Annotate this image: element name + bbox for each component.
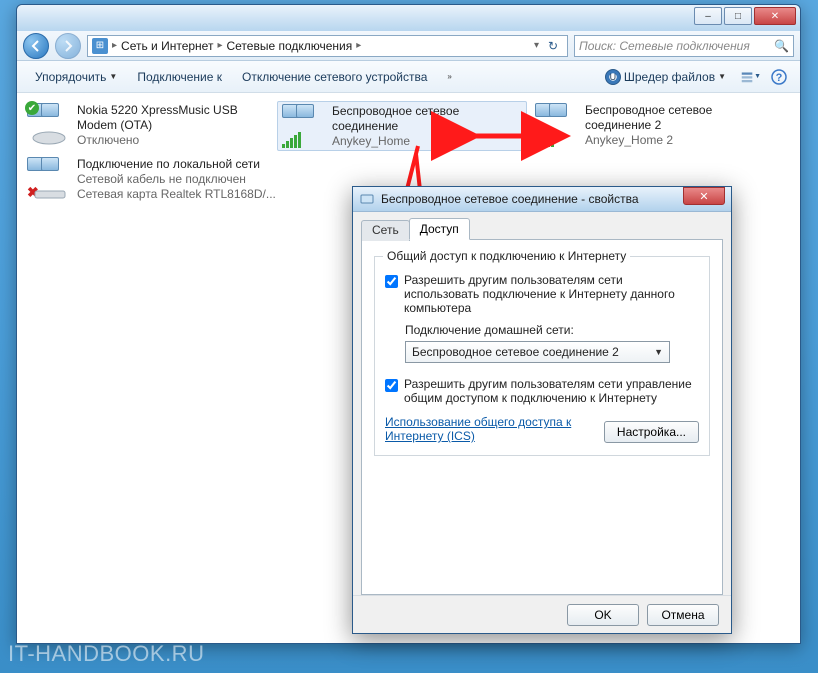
- maximize-button[interactable]: □: [724, 7, 752, 25]
- dropdown-value: Беспроводное сетевое соединение 2: [412, 345, 619, 359]
- watermark: IT-HANDBOOK.RU: [8, 641, 204, 667]
- ics-help-link[interactable]: Использование общего доступа к Интернету…: [385, 415, 585, 443]
- wifi-icon: [535, 103, 579, 147]
- breadcrumb-item[interactable]: Сеть и Интернет: [121, 39, 213, 53]
- disable-adapter-label: Отключение сетевого устройства: [242, 70, 427, 84]
- close-button[interactable]: ✕: [754, 7, 796, 25]
- help-button[interactable]: ?: [768, 66, 790, 88]
- allow-control-checkbox[interactable]: [385, 379, 398, 392]
- breadcrumb-item[interactable]: Сетевые подключения: [226, 39, 352, 53]
- disable-adapter-button[interactable]: Отключение сетевого устройства: [234, 66, 435, 88]
- shredder-icon: U: [605, 69, 621, 85]
- connection-title: Беспроводное сетевое соединение 2: [585, 103, 777, 133]
- search-input[interactable]: Поиск: Сетевые подключения 🔍: [574, 35, 794, 57]
- tab-sharing[interactable]: Доступ: [409, 218, 470, 240]
- connection-item-wifi-2[interactable]: Беспроводное сетевое соединение 2 Anykey…: [531, 101, 781, 151]
- search-icon: 🔍: [774, 39, 789, 53]
- svg-text:?: ?: [776, 72, 783, 84]
- groupbox-legend: Общий доступ к подключению к Интернету: [383, 249, 630, 263]
- connection-device: Сетевая карта Realtek RTL8168D/...: [77, 187, 276, 202]
- connection-title: Подключение по локальной сети: [77, 157, 276, 172]
- dialog-titlebar: Беспроводное сетевое соединение - свойст…: [353, 187, 731, 212]
- connection-status: Сетевой кабель не подключен: [77, 172, 276, 187]
- minimize-button[interactable]: –: [694, 7, 722, 25]
- more-chevron[interactable]: »: [439, 68, 459, 85]
- tabstrip: Сеть Доступ: [361, 218, 723, 239]
- chevron-down-icon: ▼: [754, 73, 761, 80]
- properties-dialog: Беспроводное сетевое соединение - свойст…: [352, 186, 732, 634]
- organize-menu[interactable]: Упорядочить ▼: [27, 66, 125, 88]
- chevron-down-icon[interactable]: ▾: [534, 40, 539, 51]
- connection-item-lan[interactable]: ✖ Подключение по локальной сети Сетевой …: [23, 155, 283, 205]
- explorer-titlebar: – □ ✕: [17, 5, 800, 31]
- connection-item-wifi-1[interactable]: Беспроводное сетевое соединение Anykey_H…: [277, 101, 527, 151]
- search-placeholder: Поиск: Сетевые подключения: [579, 39, 750, 53]
- dialog-body: Сеть Доступ Общий доступ к подключению к…: [353, 212, 731, 595]
- home-network-dropdown[interactable]: Беспроводное сетевое соединение 2 ▼: [405, 341, 670, 363]
- connection-network-name: Anykey_Home 2: [585, 133, 777, 148]
- allow-control-label: Разрешить другим пользователям сети упра…: [404, 377, 699, 405]
- network-icon: ⊞: [92, 38, 108, 54]
- forward-button[interactable]: [55, 33, 81, 59]
- home-network-label: Подключение домашней сети:: [405, 323, 699, 337]
- connect-to-button[interactable]: Подключение к: [129, 66, 230, 88]
- tab-panel-sharing: Общий доступ к подключению к Интернету Р…: [361, 239, 723, 595]
- dialog-close-button[interactable]: ✕: [683, 187, 725, 205]
- allow-sharing-checkbox[interactable]: [385, 275, 398, 288]
- view-button[interactable]: ▼: [740, 66, 762, 88]
- chevron-down-icon: ▼: [718, 72, 726, 81]
- chevron-down-icon: ▼: [654, 347, 663, 357]
- lan-unplugged-icon: ✖: [27, 157, 71, 201]
- adapter-icon: [359, 191, 375, 207]
- allow-sharing-label: Разрешить другим пользователям сети испо…: [404, 273, 699, 315]
- chevron-right-icon: ▸: [356, 40, 361, 51]
- settings-button[interactable]: Настройка...: [604, 421, 699, 443]
- connect-to-label: Подключение к: [137, 70, 222, 84]
- back-button[interactable]: [23, 33, 49, 59]
- connection-title: Nokia 5220 XpressMusic USB Modem (OTA): [77, 103, 269, 133]
- address-bar: ⊞ ▸ Сеть и Интернет ▸ Сетевые подключени…: [17, 31, 800, 61]
- dialog-footer: OK Отмена: [353, 595, 731, 633]
- chevron-down-icon: ▼: [109, 72, 117, 81]
- shredder-button[interactable]: U Шредер файлов ▼: [597, 65, 734, 89]
- cancel-button[interactable]: Отмена: [647, 604, 719, 626]
- connection-item-nokia-modem[interactable]: ✔ Nokia 5220 XpressMusic USB Modem (OTA)…: [23, 101, 273, 151]
- wifi-icon: [282, 104, 326, 148]
- tab-network[interactable]: Сеть: [361, 220, 410, 241]
- chevron-right-icon: ▸: [217, 40, 222, 51]
- shredder-label: Шредер файлов: [624, 70, 715, 84]
- connection-status: Отключено: [77, 133, 269, 148]
- chevron-right-icon: ▸: [112, 40, 117, 51]
- command-bar: Упорядочить ▼ Подключение к Отключение с…: [17, 61, 800, 93]
- connection-title: Беспроводное сетевое соединение: [332, 104, 522, 134]
- ics-groupbox: Общий доступ к подключению к Интернету Р…: [374, 256, 710, 456]
- modem-icon: ✔: [27, 103, 71, 147]
- connection-network-name: Anykey_Home: [332, 134, 522, 148]
- ok-button[interactable]: OK: [567, 604, 639, 626]
- breadcrumb[interactable]: ⊞ ▸ Сеть и Интернет ▸ Сетевые подключени…: [87, 35, 568, 57]
- dialog-title: Беспроводное сетевое соединение - свойст…: [381, 192, 677, 206]
- refresh-icon[interactable]: ↻: [543, 39, 563, 53]
- organize-label: Упорядочить: [35, 70, 106, 84]
